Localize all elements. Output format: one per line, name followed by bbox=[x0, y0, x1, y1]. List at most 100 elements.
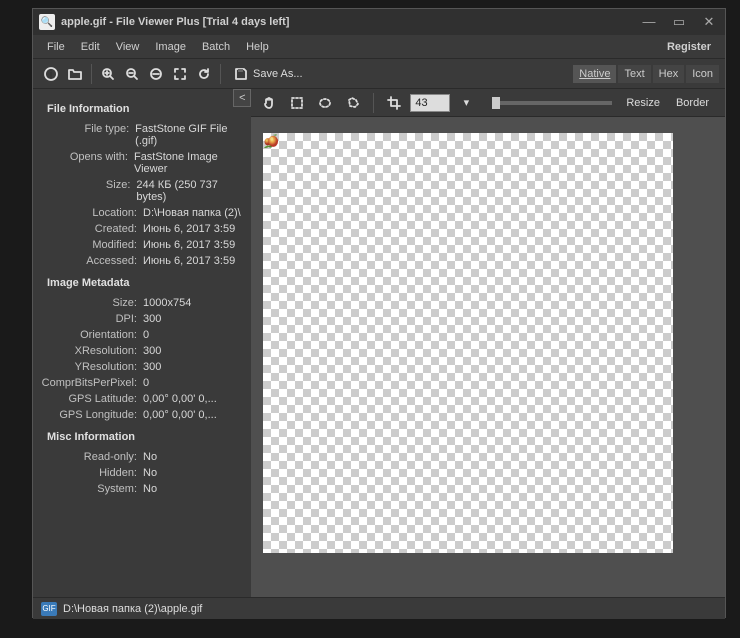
info-row: Size:1000x754 bbox=[37, 295, 243, 311]
transparency-background bbox=[263, 133, 673, 553]
zoom-fit-button[interactable] bbox=[144, 62, 168, 86]
hand-tool[interactable] bbox=[257, 91, 281, 115]
info-row: File type:FastStone GIF File (.gif) bbox=[37, 121, 243, 149]
info-value: Июнь 6, 2017 3:59 bbox=[143, 223, 235, 235]
info-row: Read-only:No bbox=[37, 449, 243, 465]
view-mode-tabs: Native Text Hex Icon bbox=[573, 65, 719, 83]
info-row: Hidden:No bbox=[37, 465, 243, 481]
info-value: Июнь 6, 2017 3:59 bbox=[143, 239, 235, 251]
info-value: FastStone GIF File (.gif) bbox=[135, 123, 243, 147]
close-button[interactable]: ✕ bbox=[699, 14, 719, 30]
info-value: 1000x754 bbox=[143, 297, 191, 309]
image-canvas[interactable] bbox=[251, 117, 725, 597]
info-sidebar: < File Information File type:FastStone G… bbox=[33, 89, 251, 597]
menu-batch[interactable]: Batch bbox=[194, 38, 238, 56]
menu-help[interactable]: Help bbox=[238, 38, 277, 56]
crop-value-input[interactable] bbox=[410, 94, 450, 112]
info-row: Accessed:Июнь 6, 2017 3:59 bbox=[37, 253, 243, 269]
info-key: GPS Latitude: bbox=[37, 393, 143, 405]
info-key: XResolution: bbox=[37, 345, 143, 357]
zoom-slider[interactable] bbox=[492, 101, 612, 105]
tab-text[interactable]: Text bbox=[618, 65, 650, 83]
info-row: Opens with:FastStone Image Viewer bbox=[37, 149, 243, 177]
info-button[interactable]: i bbox=[39, 62, 63, 86]
tab-icon[interactable]: Icon bbox=[686, 65, 719, 83]
fullscreen-button[interactable] bbox=[168, 62, 192, 86]
info-key: GPS Longitude: bbox=[37, 409, 143, 421]
separator bbox=[373, 93, 374, 113]
misc-header: Misc Information bbox=[37, 423, 243, 449]
marquee-rect-tool[interactable] bbox=[285, 91, 309, 115]
metadata-list: Size:1000x754DPI:300Orientation:0XResolu… bbox=[37, 295, 243, 423]
window-title: apple.gif - File Viewer Plus [Trial 4 da… bbox=[61, 16, 639, 28]
info-value: 0 bbox=[143, 329, 149, 341]
marquee-ellipse-tool[interactable] bbox=[313, 91, 337, 115]
info-key: Modified: bbox=[37, 239, 143, 251]
info-row: Location:D:\Новая папка (2)\ bbox=[37, 205, 243, 221]
info-value: No bbox=[143, 483, 157, 495]
maximize-button[interactable]: ▭ bbox=[669, 14, 689, 30]
tab-hex[interactable]: Hex bbox=[653, 65, 685, 83]
info-row: XResolution:300 bbox=[37, 343, 243, 359]
menu-view[interactable]: View bbox=[108, 38, 148, 56]
info-value: 300 bbox=[143, 345, 161, 357]
separator bbox=[91, 64, 92, 84]
border-link[interactable]: Border bbox=[676, 97, 709, 109]
info-row: GPS Latitude:0,00° 0,00' 0,... bbox=[37, 391, 243, 407]
collapse-sidebar-button[interactable]: < bbox=[233, 89, 251, 107]
info-value: 300 bbox=[143, 361, 161, 373]
lasso-tool[interactable] bbox=[341, 91, 365, 115]
svg-text:i: i bbox=[49, 69, 52, 81]
minimize-button[interactable]: — bbox=[639, 14, 659, 30]
canvas-toolbar: ▾ Resize Border bbox=[251, 89, 725, 117]
menu-file[interactable]: File bbox=[39, 38, 73, 56]
file-info-list: File type:FastStone GIF File (.gif)Opens… bbox=[37, 121, 243, 269]
titlebar[interactable]: 🔍 apple.gif - File Viewer Plus [Trial 4 … bbox=[33, 9, 725, 35]
slider-thumb[interactable] bbox=[492, 97, 500, 109]
info-value: 244 КБ (250 737 bytes) bbox=[136, 179, 243, 203]
info-row: Created:Июнь 6, 2017 3:59 bbox=[37, 221, 243, 237]
zoom-in-button[interactable] bbox=[96, 62, 120, 86]
info-row: DPI:300 bbox=[37, 311, 243, 327]
info-value: No bbox=[143, 451, 157, 463]
info-key: File type: bbox=[37, 123, 135, 147]
main-toolbar: i Save As... Native Text Hex Icon bbox=[33, 59, 725, 89]
crop-dropdown[interactable]: ▾ bbox=[454, 91, 478, 115]
info-value: FastStone Image Viewer bbox=[134, 151, 243, 175]
info-value: 0,00° 0,00' 0,... bbox=[143, 393, 217, 405]
crop-tool[interactable] bbox=[382, 91, 406, 115]
menu-register[interactable]: Register bbox=[659, 38, 719, 56]
zoom-out-button[interactable] bbox=[120, 62, 144, 86]
info-row: GPS Longitude:0,00° 0,00' 0,... bbox=[37, 407, 243, 423]
menu-edit[interactable]: Edit bbox=[73, 38, 108, 56]
info-value: 0 bbox=[143, 377, 149, 389]
info-key: Created: bbox=[37, 223, 143, 235]
tab-native[interactable]: Native bbox=[573, 65, 616, 83]
info-value: 300 bbox=[143, 313, 161, 325]
info-row: System:No bbox=[37, 481, 243, 497]
refresh-button[interactable] bbox=[192, 62, 216, 86]
info-key: Hidden: bbox=[37, 467, 143, 479]
info-row: ComprBitsPerPixel:0 bbox=[37, 375, 243, 391]
save-as-button[interactable]: Save As... bbox=[225, 66, 311, 82]
info-value: 0,00° 0,00' 0,... bbox=[143, 409, 217, 421]
apple-image bbox=[263, 133, 279, 149]
file-type-icon: GIF bbox=[41, 602, 57, 616]
save-icon bbox=[233, 66, 249, 82]
app-window: 🔍 apple.gif - File Viewer Plus [Trial 4 … bbox=[32, 8, 726, 618]
info-value: D:\Новая папка (2)\ bbox=[143, 207, 241, 219]
info-key: Size: bbox=[37, 297, 143, 309]
statusbar: GIF D:\Новая папка (2)\apple.gif bbox=[33, 597, 725, 619]
info-key: YResolution: bbox=[37, 361, 143, 373]
open-button[interactable] bbox=[63, 62, 87, 86]
separator bbox=[220, 64, 221, 84]
info-key: ComprBitsPerPixel: bbox=[37, 377, 143, 389]
info-key: Read-only: bbox=[37, 451, 143, 463]
menu-image[interactable]: Image bbox=[147, 38, 194, 56]
app-icon: 🔍 bbox=[39, 14, 55, 30]
info-key: System: bbox=[37, 483, 143, 495]
resize-link[interactable]: Resize bbox=[626, 97, 660, 109]
info-key: Location: bbox=[37, 207, 143, 219]
main-panel: ▾ Resize Border bbox=[251, 89, 725, 597]
info-key: Opens with: bbox=[37, 151, 134, 175]
